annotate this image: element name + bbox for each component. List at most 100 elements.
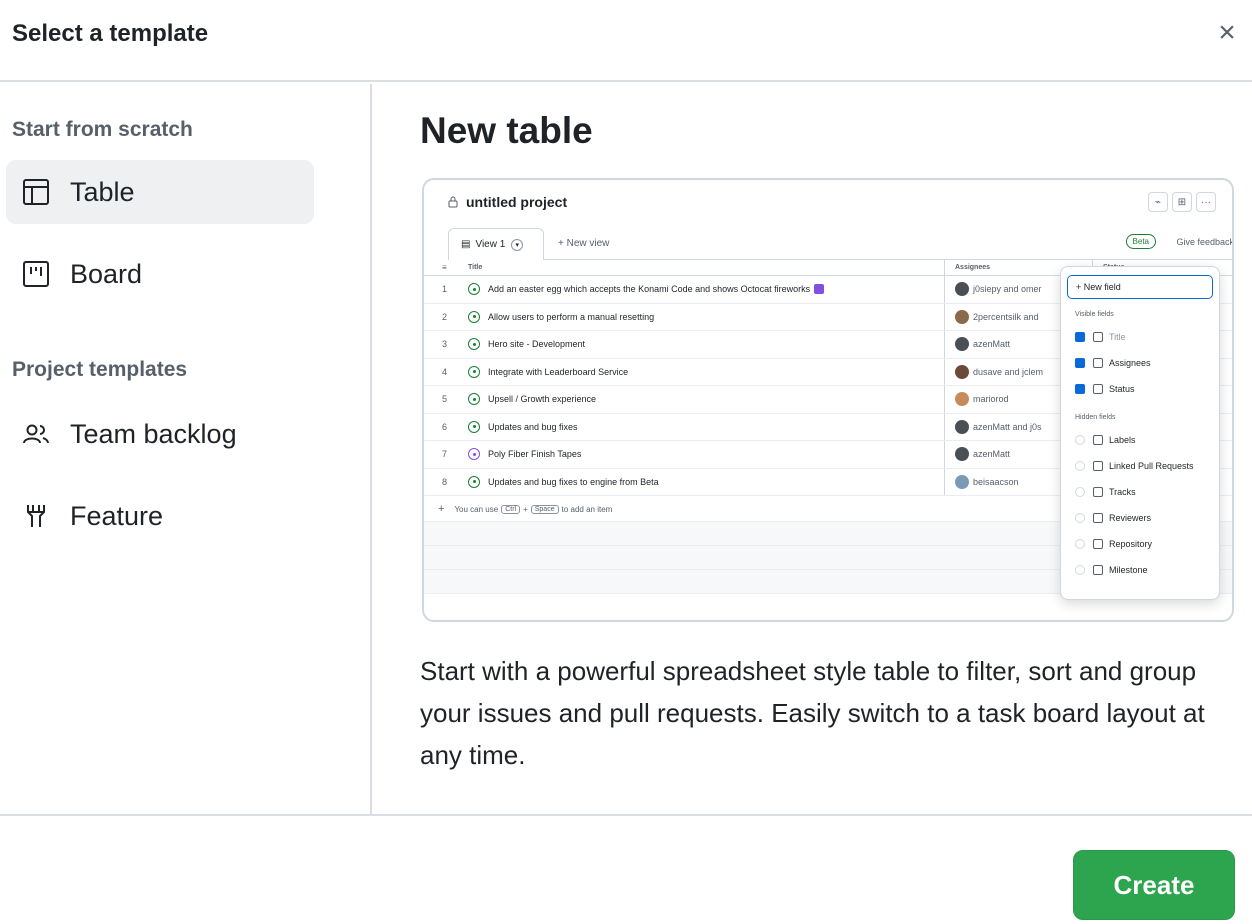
column-title: Title xyxy=(468,264,483,271)
people-icon xyxy=(1093,358,1103,368)
issue-open-icon xyxy=(468,393,480,406)
feature-icon xyxy=(22,502,50,530)
issue-open-icon xyxy=(468,420,480,433)
sidebar-item-table[interactable]: Table xyxy=(6,160,314,224)
issue-open-icon xyxy=(468,338,480,351)
row-title-text: Add an easter egg which accepts the Kona… xyxy=(488,284,811,295)
sidebar-item-board[interactable]: Board xyxy=(6,242,314,306)
row-number: 6 xyxy=(442,421,448,432)
avatar xyxy=(955,309,969,324)
row-assignee-text: azenMatt and j0s xyxy=(973,421,1042,432)
kbd-space: Space xyxy=(530,504,559,514)
repo-icon xyxy=(1093,539,1103,549)
row-number: 2 xyxy=(442,311,448,322)
row-title: Updates and bug fixes to engine from Bet… xyxy=(468,469,938,496)
row-title: Integrate with Leaderboard Service xyxy=(468,359,938,386)
row-title: Poly Fiber Finish Tapes xyxy=(468,441,938,468)
checkbox-empty-icon xyxy=(1075,435,1085,445)
row-title: Updates and bug fixes xyxy=(468,414,938,441)
fireworks-icon xyxy=(814,284,825,295)
row-number: 3 xyxy=(442,339,448,350)
row-title-text: Poly Fiber Finish Tapes xyxy=(488,449,582,460)
sidebar-item-label: Board xyxy=(70,258,143,289)
menu-item-label: Milestone xyxy=(1109,565,1148,575)
lock-icon xyxy=(448,196,458,208)
create-button[interactable]: Create xyxy=(1073,850,1235,920)
preview-tab-label: View 1 xyxy=(475,239,506,250)
row-number: 4 xyxy=(442,366,448,377)
preview-new-view: + New view xyxy=(558,238,610,249)
row-title-text: Integrate with Leaderboard Service xyxy=(488,366,629,377)
menu-item: Tracks xyxy=(1067,479,1213,505)
avatar xyxy=(955,447,969,462)
dialog-header: Select a template × xyxy=(0,0,1252,82)
preview-project-title: untitled project xyxy=(448,194,567,210)
sidebar-item-team-backlog[interactable]: Team backlog xyxy=(6,402,314,466)
checkbox-empty-icon xyxy=(1075,565,1085,575)
menu-item: Title xyxy=(1067,324,1213,350)
row-title-text: Hero site - Development xyxy=(488,339,586,350)
layout-icon: ⊞ xyxy=(1172,192,1192,212)
menu-item: Labels xyxy=(1067,427,1213,453)
issue-open-icon xyxy=(468,283,480,296)
tag-icon xyxy=(1093,435,1103,445)
hidden-fields-heading: Hidden fields xyxy=(1075,414,1116,421)
add-item-hint: + You can use Ctrl + Space to add an ite… xyxy=(438,496,612,522)
menu-item: Linked Pull Requests xyxy=(1067,453,1213,479)
checkbox-checked-icon xyxy=(1075,358,1085,368)
menu-item-label: Labels xyxy=(1109,435,1136,445)
row-number: 8 xyxy=(442,476,448,487)
menu-item-label: Linked Pull Requests xyxy=(1109,461,1194,471)
checkbox-checked-icon xyxy=(1075,332,1085,342)
menu-item: Repository xyxy=(1067,531,1213,557)
menu-item-label: Tracks xyxy=(1109,487,1136,497)
row-title: Upsell / Growth experience xyxy=(468,386,938,413)
avatar xyxy=(955,474,969,489)
board-icon xyxy=(22,260,50,288)
row-title-text: Updates and bug fixes xyxy=(488,421,578,432)
template-detail: New table untitled project ⌁ ⊞ ··· ▤ Vie… xyxy=(374,84,1252,814)
sidebar-item-feature[interactable]: Feature xyxy=(6,484,314,548)
kebab-icon: ··· xyxy=(1196,192,1216,212)
row-assignee-text: dusave and jclem xyxy=(973,366,1044,377)
row-title: Hero site - Development xyxy=(468,331,938,358)
pull-request-icon xyxy=(1093,461,1103,471)
menu-item: Milestone xyxy=(1067,557,1213,583)
issue-open-icon xyxy=(468,365,480,378)
avatar xyxy=(955,337,969,352)
checkbox-empty-icon xyxy=(1075,513,1085,523)
visible-fields-heading: Visible fields xyxy=(1075,311,1114,318)
issue-open-icon xyxy=(468,310,480,323)
row-title-text: Updates and bug fixes to engine from Bet… xyxy=(488,476,659,487)
dialog-footer: Create xyxy=(0,814,1252,924)
people-icon xyxy=(1093,513,1103,523)
avatar xyxy=(955,392,969,407)
kbd-ctrl: Ctrl xyxy=(501,504,521,514)
milestone-icon xyxy=(1093,565,1103,575)
add-item-suffix: to add an item xyxy=(561,504,613,514)
row-number: 7 xyxy=(442,449,448,460)
add-item-plus: + xyxy=(523,504,528,514)
people-icon xyxy=(22,420,50,448)
row-assignee-text: azenMatt xyxy=(973,339,1011,350)
avatar xyxy=(955,419,969,434)
menu-item: Reviewers xyxy=(1067,505,1213,531)
checkbox-checked-icon xyxy=(1075,384,1085,394)
template-sidebar: Start from scratch Table Board Project t… xyxy=(0,84,372,814)
template-description: Start with a powerful spreadsheet style … xyxy=(420,656,1205,770)
section-label-scratch: Start from scratch xyxy=(12,118,193,141)
preview-tab-view: ▤ View 1 ▾ xyxy=(448,228,544,260)
preview-view-tabs: ▤ View 1 ▾ + New view Beta Give feedback xyxy=(448,228,1232,260)
template-title: New table xyxy=(420,110,593,151)
close-icon[interactable]: × xyxy=(1210,16,1244,50)
checkbox-empty-icon xyxy=(1075,461,1085,471)
filter-icon: ≡ xyxy=(442,263,447,272)
menu-item-label: Repository xyxy=(1109,539,1153,549)
row-number: 1 xyxy=(442,284,448,295)
sidebar-item-label: Team backlog xyxy=(70,418,237,449)
sidebar-item-label: Table xyxy=(70,176,135,207)
issue-open-icon xyxy=(468,475,480,488)
add-item-prefix: You can use xyxy=(454,504,499,514)
row-assignee-text: 2percentsilk and xyxy=(973,311,1039,322)
row-title: Add an easter egg which accepts the Kona… xyxy=(468,276,938,303)
